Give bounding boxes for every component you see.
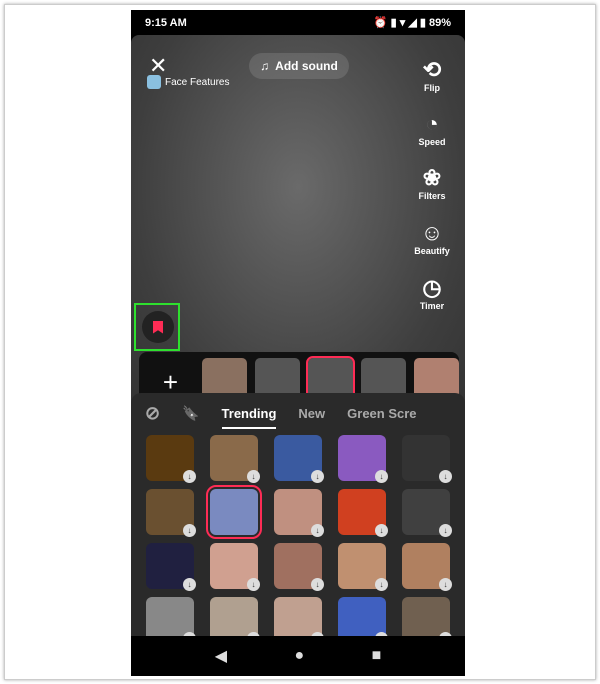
download-icon: ↓: [375, 470, 388, 483]
clock: 9:15 AM: [145, 16, 187, 29]
speed-icon: ◔: [425, 111, 439, 136]
status-bar: 9:15 AM ⏰ ▮ ▾ ◢ ▮ 89%: [131, 10, 465, 35]
download-icon: ↓: [311, 578, 324, 591]
effect-name: Face Features: [165, 76, 230, 88]
effects-panel: ⊘ 🔖 Trending New Green Scre ↓ ↓ ↓ ↓ ↓ ↓ ↓ ↓ ↓ ↓ ↓ ↓…: [131, 393, 465, 645]
flip-button[interactable]: ⟲ Flip: [407, 57, 457, 93]
effect-tile[interactable]: ↓: [402, 489, 452, 537]
download-icon: ↓: [247, 578, 260, 591]
effect-tile[interactable]: ↓: [274, 543, 324, 591]
navigation-bar: ◀ ● ■: [131, 636, 465, 676]
back-icon[interactable]: ◀: [215, 646, 227, 666]
saved-tab-icon[interactable]: 🔖: [182, 405, 199, 422]
flip-icon: ⟲: [422, 57, 442, 82]
effect-tile[interactable]: [206, 485, 262, 539]
timer-icon: ◷: [422, 275, 442, 300]
save-effect-button[interactable]: [134, 303, 180, 351]
download-icon: ↓: [439, 470, 452, 483]
add-sound-button[interactable]: ♫ Add sound: [249, 53, 349, 79]
recents-icon[interactable]: ■: [372, 647, 382, 665]
tab-trending[interactable]: Trending: [221, 406, 277, 429]
effect-label[interactable]: Face Features: [147, 75, 229, 89]
battery-level: 89%: [428, 17, 451, 29]
beautify-button[interactable]: ☺ Beautify: [407, 220, 457, 256]
download-icon: ↓: [183, 524, 196, 537]
effect-tile[interactable]: ↓: [210, 435, 260, 483]
effect-tile[interactable]: ↓: [274, 489, 324, 537]
bookmark-icon: [153, 320, 163, 334]
beautify-icon: ☺: [420, 220, 444, 245]
status-icons: ⏰ ▮ ▾ ◢ ▮: [373, 17, 429, 29]
download-icon: ↓: [311, 470, 324, 483]
effects-tabs: ⊘ 🔖 Trending New Green Scre: [131, 393, 465, 433]
download-icon: ↓: [375, 578, 388, 591]
phone-screen: 9:15 AM ⏰ ▮ ▾ ◢ ▮ 89% ✕ Face Features ♫ A…: [131, 10, 465, 676]
effect-tile[interactable]: ↓: [338, 435, 388, 483]
music-note-icon: ♫: [260, 59, 270, 73]
effects-grid: ↓↓↓↓↓↓↓↓↓↓↓↓↓↓↓↓↓↓↓: [131, 433, 465, 645]
effect-tile[interactable]: ↓: [402, 543, 452, 591]
home-icon[interactable]: ●: [294, 647, 304, 665]
download-icon: ↓: [439, 524, 452, 537]
tab-green-screen[interactable]: Green Scre: [347, 406, 416, 421]
effect-icon: [147, 75, 161, 89]
download-icon: ↓: [183, 578, 196, 591]
no-effect-icon[interactable]: ⊘: [145, 403, 160, 424]
download-icon: ↓: [183, 470, 196, 483]
effect-tile[interactable]: ↓: [146, 543, 196, 591]
filters-icon: ❀: [422, 165, 442, 190]
download-icon: ↓: [439, 578, 452, 591]
effect-tile[interactable]: ↓: [402, 435, 452, 483]
effect-tile[interactable]: ↓: [274, 435, 324, 483]
speed-button[interactable]: ◔ Speed: [407, 111, 457, 147]
effect-tile[interactable]: ↓: [146, 489, 196, 537]
tab-new[interactable]: New: [298, 406, 325, 421]
effect-tile[interactable]: ↓: [338, 489, 388, 537]
effect-tile[interactable]: ↓: [210, 543, 260, 591]
download-icon: ↓: [247, 470, 260, 483]
timer-button[interactable]: ◷ Timer: [407, 275, 457, 311]
camera-preview: ✕ Face Features ♫ Add sound ⟲ Flip ◔ Speed …: [131, 35, 465, 415]
effect-tile[interactable]: ↓: [338, 543, 388, 591]
download-icon: ↓: [311, 524, 324, 537]
download-icon: ↓: [375, 524, 388, 537]
effect-tile[interactable]: ↓: [146, 435, 196, 483]
filters-button[interactable]: ❀ Filters: [407, 165, 457, 201]
